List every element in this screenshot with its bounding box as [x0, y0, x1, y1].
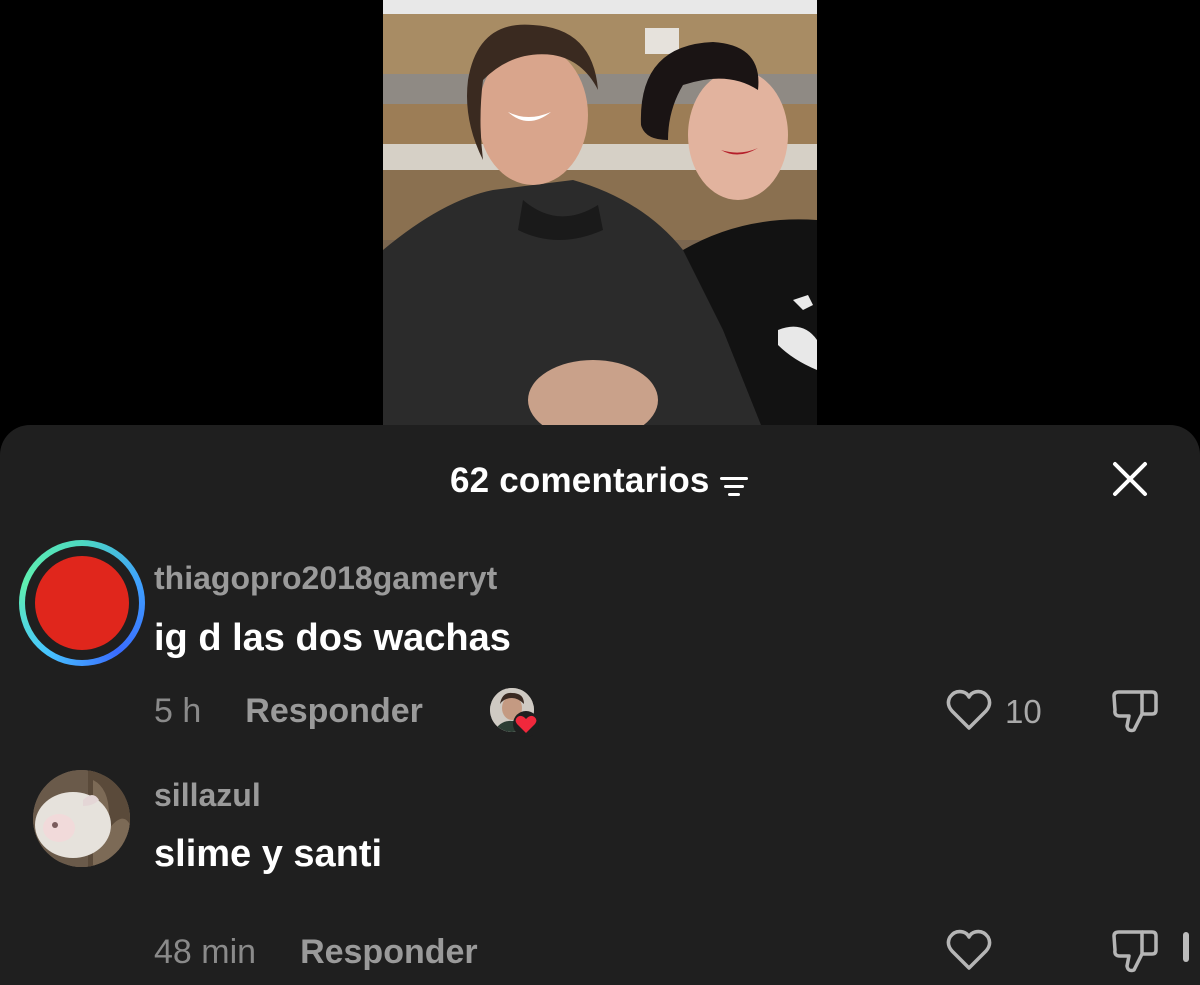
comment-time: 48 min	[154, 933, 257, 971]
video-image	[383, 0, 817, 430]
like-button[interactable]	[945, 928, 1075, 978]
liked-by-creator-badge	[490, 688, 544, 738]
heart-icon	[512, 710, 540, 738]
heart-outline-icon	[946, 689, 992, 730]
avatar	[35, 556, 129, 650]
comment-time: 5 h	[154, 692, 202, 730]
comments-header: 62 comentarios	[0, 425, 1200, 535]
comment-text: ig d las dos wachas	[154, 617, 511, 659]
comments-count-title: 62 comentarios	[449, 461, 710, 500]
video-frame[interactable]	[383, 0, 817, 430]
comment-meta: 5 h Responder	[154, 692, 423, 731]
thumbs-down-icon	[1112, 690, 1158, 733]
comments-sheet: 62 comentarios thiagopro2018gameryt ig d…	[0, 425, 1200, 985]
avatar[interactable]	[33, 770, 130, 867]
comment-meta: 48 min Responder	[154, 933, 478, 972]
heart-outline-icon	[946, 929, 992, 970]
comment-username[interactable]: thiagopro2018gameryt	[154, 560, 497, 597]
reply-button[interactable]: Responder	[245, 692, 423, 731]
avatar-story-ring[interactable]	[19, 540, 145, 666]
filter-icon[interactable]	[718, 473, 750, 499]
scrollbar[interactable]	[1183, 932, 1189, 962]
close-icon[interactable]	[1110, 459, 1150, 499]
dislike-button[interactable]	[1110, 928, 1160, 978]
like-button[interactable]: 10	[945, 688, 1075, 738]
thumbs-down-icon	[1112, 930, 1158, 973]
reply-button[interactable]: Responder	[300, 933, 478, 972]
comment-username[interactable]: sillazul	[154, 777, 261, 814]
dislike-button[interactable]	[1110, 688, 1160, 738]
comment-text: slime y santi	[154, 833, 383, 875]
like-count: 10	[1005, 693, 1042, 730]
